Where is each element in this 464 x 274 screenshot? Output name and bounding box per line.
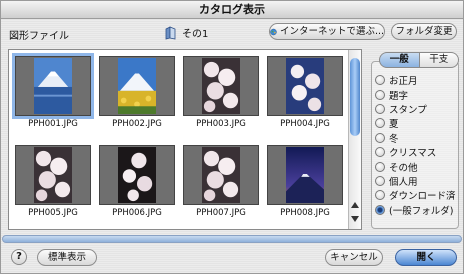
radio-label: (一般フォルダ) bbox=[389, 205, 454, 217]
thumbnail-image bbox=[118, 58, 156, 114]
radio-label: その他 bbox=[389, 162, 418, 174]
category-radio-item[interactable]: ダウンロード済 bbox=[375, 188, 456, 202]
standard-view-button[interactable]: 標準表示 bbox=[37, 249, 97, 266]
thumbnail-item[interactable]: PPH002.JPG bbox=[99, 56, 175, 129]
catalog-window: カタログ表示 図形ファイル その1 インターネットで選ぶ... フォルダ変更 P… bbox=[0, 0, 464, 274]
radio-label: ダウンロード済 bbox=[389, 191, 456, 203]
category-radio-item[interactable]: (一般フォルダ) bbox=[375, 203, 456, 217]
current-folder-indicator: その1 bbox=[164, 25, 208, 40]
radio-button[interactable] bbox=[375, 132, 385, 143]
thumbnail-frame bbox=[183, 145, 259, 205]
thumbnail-frame bbox=[99, 56, 175, 116]
category-radio-item[interactable]: その他 bbox=[375, 159, 456, 174]
thumbnail-caption: PPH002.JPG bbox=[112, 119, 162, 129]
tab-general[interactable]: 一般 bbox=[379, 52, 420, 68]
radio-button[interactable] bbox=[375, 89, 385, 100]
current-folder-name: その1 bbox=[182, 29, 209, 40]
thumbnail-caption: PPH005.JPG bbox=[28, 208, 78, 218]
vertical-scrollbar[interactable] bbox=[348, 50, 361, 229]
category-radio-item[interactable]: 夏 bbox=[375, 116, 456, 130]
category-tabs: 一般 干支 bbox=[379, 52, 459, 68]
thumbnail-frame bbox=[183, 56, 259, 116]
thumbnail-image bbox=[286, 147, 324, 203]
radio-label: 題字 bbox=[389, 90, 409, 102]
thumbnail-frame bbox=[12, 53, 94, 119]
thumbnail-caption: PPH008.JPG bbox=[280, 208, 330, 218]
scroll-down-arrow-icon[interactable] bbox=[350, 214, 360, 224]
thumbnail-caption: PPH004.JPG bbox=[280, 119, 330, 129]
cancel-button[interactable]: キャンセル bbox=[325, 249, 383, 266]
scroll-up-arrow-icon[interactable] bbox=[350, 200, 360, 210]
thumbnail-frame bbox=[267, 56, 343, 116]
internet-select-label: インターネットで選ぶ... bbox=[279, 26, 384, 37]
radio-button[interactable] bbox=[375, 190, 385, 201]
category-radio-list: お正月題字スタンプ夏冬クリスマスその他個人用ダウンロード済 (一般フォルダ) bbox=[375, 73, 456, 217]
thumbnail-caption: PPH001.JPG bbox=[28, 119, 78, 129]
radio-label: 夏 bbox=[389, 119, 399, 131]
thumbnail-image bbox=[34, 58, 72, 114]
radio-button[interactable] bbox=[375, 103, 385, 114]
scrollbar-thumb[interactable] bbox=[350, 58, 360, 136]
thumbnail-item[interactable]: PPH004.JPG bbox=[267, 56, 343, 129]
category-radio-item[interactable]: 個人用 bbox=[375, 174, 456, 188]
thumbnail-frame bbox=[267, 145, 343, 205]
category-radio-item[interactable]: 題字 bbox=[375, 87, 456, 102]
thumbnail-caption: PPH003.JPG bbox=[196, 119, 246, 129]
radio-label: 冬 bbox=[389, 133, 399, 145]
thumbnail-caption: PPH006.JPG bbox=[112, 208, 162, 218]
folder-icon bbox=[165, 25, 176, 40]
thumbnail-item[interactable]: PPH007.JPG bbox=[183, 145, 259, 218]
thumbnail-browser: PPH001.JPG PPH002.JPG PPH003.JPG PPH004.JPG… bbox=[8, 49, 362, 230]
radio-button[interactable] bbox=[375, 175, 385, 186]
radio-label: お正月 bbox=[389, 76, 418, 88]
category-radio-item[interactable]: クリスマス bbox=[375, 145, 456, 159]
radio-button[interactable] bbox=[375, 147, 385, 158]
radio-button[interactable] bbox=[375, 118, 385, 129]
thumbnail-frame bbox=[15, 145, 91, 205]
radio-label: クリスマス bbox=[389, 148, 437, 160]
globe-icon bbox=[270, 28, 277, 35]
category-radio-item[interactable]: お正月 bbox=[375, 73, 456, 87]
thumbnail-image bbox=[118, 147, 156, 203]
open-button[interactable]: 開く bbox=[395, 249, 457, 266]
radio-button[interactable] bbox=[375, 204, 385, 215]
radio-label: 個人用 bbox=[389, 176, 418, 188]
thumbnail-frame bbox=[99, 145, 175, 205]
thumbnail-image bbox=[286, 58, 324, 114]
help-button[interactable]: ? bbox=[11, 249, 27, 265]
internet-select-button[interactable]: インターネットで選ぶ... bbox=[269, 23, 385, 40]
thumbnail-image bbox=[202, 58, 240, 114]
tab-zodiac[interactable]: 干支 bbox=[419, 52, 459, 68]
folder-change-button[interactable]: フォルダ変更 bbox=[391, 23, 457, 40]
pane-divider[interactable] bbox=[2, 235, 462, 243]
thumbnail-item[interactable]: PPH005.JPG bbox=[15, 145, 91, 218]
thumbnail-image bbox=[202, 147, 240, 203]
thumbnail-item[interactable]: PPH003.JPG bbox=[183, 56, 259, 129]
category-radio-item[interactable]: 冬 bbox=[375, 131, 456, 145]
thumbnail-item[interactable]: PPH001.JPG bbox=[12, 53, 94, 129]
window-title: カタログ表示 bbox=[1, 1, 463, 19]
thumbnail-item[interactable]: PPH008.JPG bbox=[267, 145, 343, 218]
radio-button[interactable] bbox=[375, 75, 385, 86]
category-radio-item[interactable]: スタンプ bbox=[375, 102, 456, 116]
thumbnail-grid: PPH001.JPG PPH002.JPG PPH003.JPG PPH004.JPG… bbox=[9, 50, 349, 229]
thumbnail-item[interactable]: PPH006.JPG bbox=[99, 145, 175, 218]
radio-label: スタンプ bbox=[389, 104, 427, 116]
folder-label: 図形ファイル bbox=[9, 31, 69, 42]
radio-button[interactable] bbox=[375, 161, 385, 172]
thumbnail-image bbox=[34, 147, 72, 203]
thumbnail-caption: PPH007.JPG bbox=[196, 208, 246, 218]
